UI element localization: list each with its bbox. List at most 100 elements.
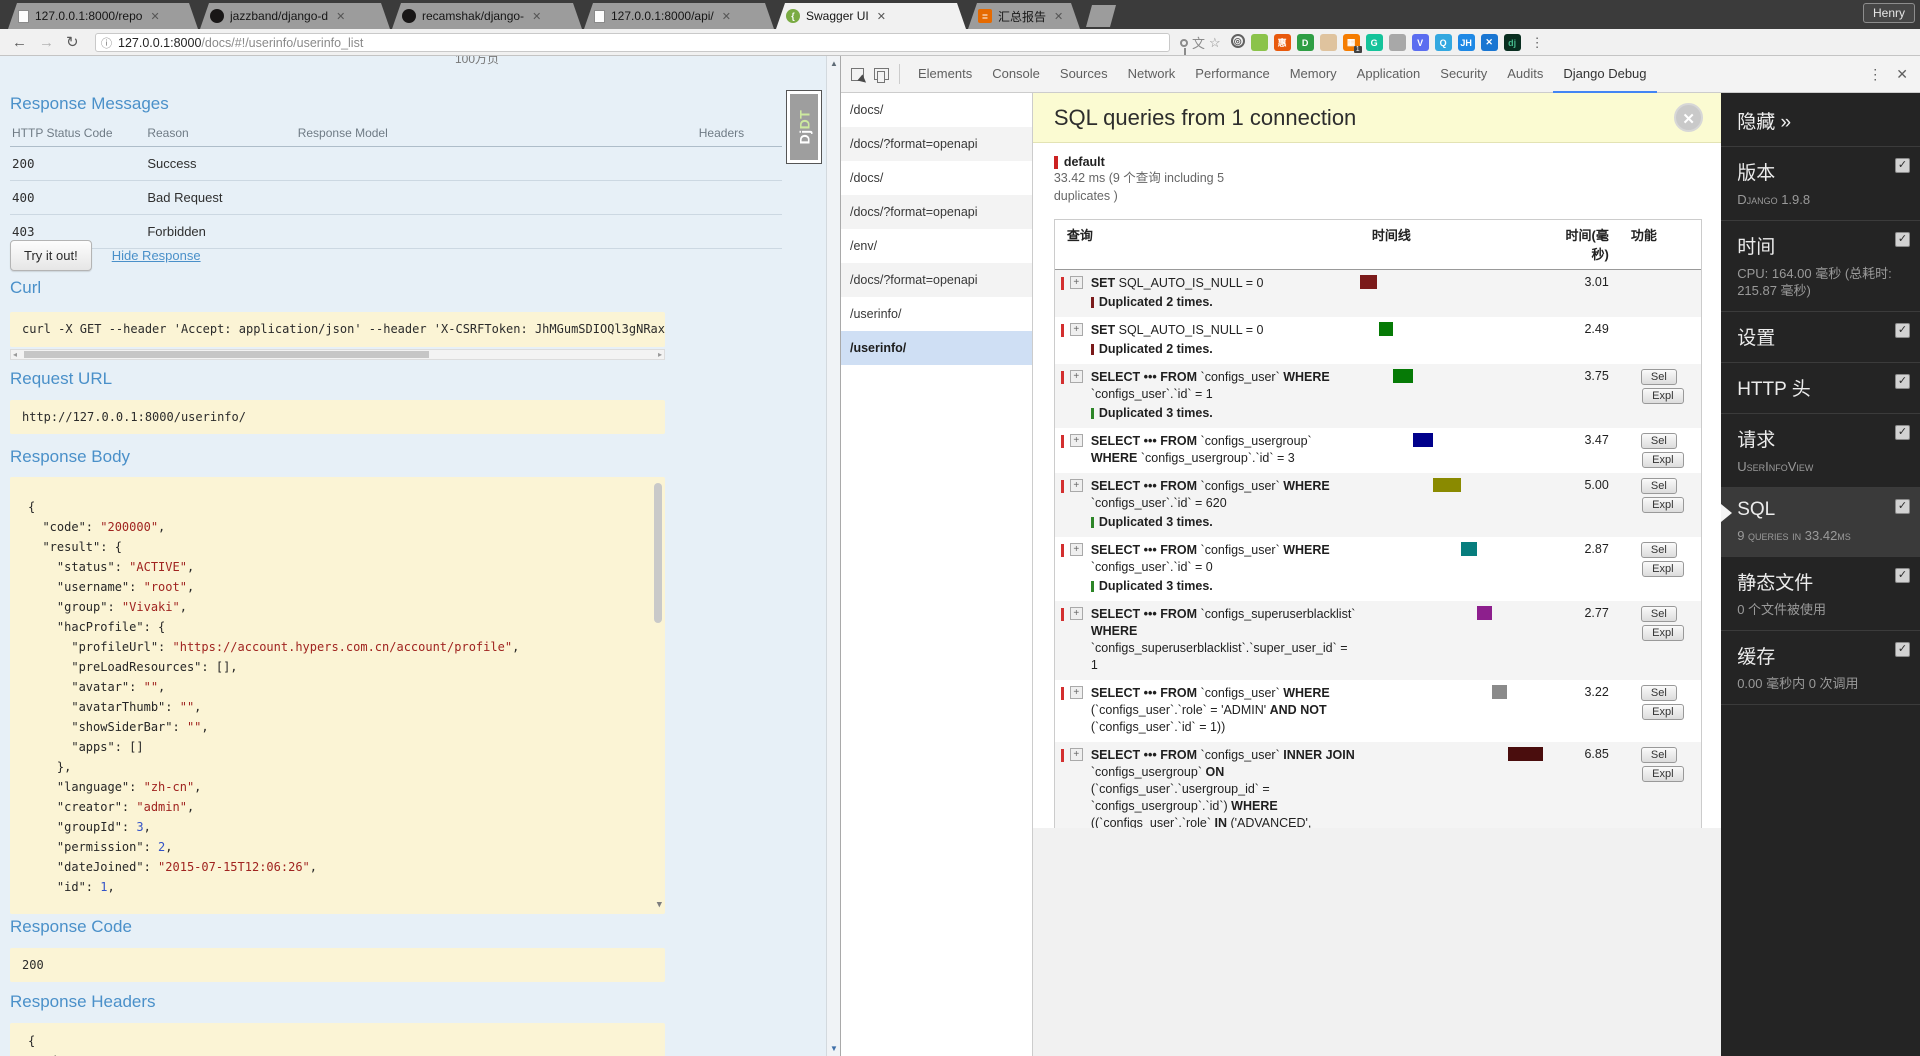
djdt-handle[interactable]: DjDT — [786, 90, 822, 164]
devtools-tab-performance[interactable]: Performance — [1185, 56, 1279, 93]
expl-button[interactable]: Expl — [1642, 704, 1684, 720]
expand-query-button[interactable]: + — [1069, 323, 1083, 336]
new-tab-button[interactable] — [1086, 5, 1116, 27]
sel-button[interactable]: Sel — [1640, 433, 1677, 449]
tab-close-icon[interactable]: ✕ — [875, 10, 888, 23]
scrollbar-thumb[interactable] — [24, 351, 429, 358]
people-icon[interactable] — [1388, 34, 1406, 51]
dj-icon[interactable]: dj — [1503, 34, 1521, 51]
expand-query-button[interactable]: + — [1069, 434, 1083, 447]
scroll-left-icon[interactable]: ◂ — [13, 350, 17, 359]
page-scrollbar[interactable]: ▲ ▼ — [826, 56, 840, 1056]
forward-icon[interactable]: → — [39, 34, 54, 51]
expl-button[interactable]: Expl — [1642, 625, 1684, 641]
v-icon[interactable]: V — [1411, 34, 1429, 51]
expl-button[interactable]: Expl — [1642, 766, 1684, 782]
green-dot-icon[interactable] — [1250, 34, 1268, 51]
devtools-tab-elements[interactable]: Elements — [908, 56, 982, 93]
panel-checkbox[interactable]: ✓ — [1895, 158, 1910, 173]
request-row[interactable]: /docs/?format=openapi — [841, 127, 1032, 161]
sel-button[interactable]: Sel — [1640, 478, 1677, 494]
devtools-tab-sources[interactable]: Sources — [1050, 56, 1118, 93]
devtools-tab-django-debug[interactable]: Django Debug — [1553, 56, 1657, 93]
browser-tab[interactable]: {Swagger UI ✕ — [776, 3, 966, 29]
tab-close-icon[interactable]: ✕ — [334, 10, 347, 23]
password-key-icon[interactable] — [1180, 38, 1188, 55]
grid-icon[interactable]: ▦ 1 — [1342, 34, 1362, 53]
expand-query-button[interactable]: + — [1069, 543, 1083, 556]
sel-button[interactable]: Sel — [1640, 685, 1677, 701]
inspect-element-icon[interactable] — [851, 67, 864, 81]
chrome-menu-icon[interactable]: ⋮ — [1531, 35, 1544, 51]
djdt-panel-版本[interactable]: 版本 Django 1.9.8 ✓ — [1721, 147, 1920, 221]
url-bar[interactable]: ⓘ 127.0.0.1:8000/docs/#!/userinfo/userin… — [95, 33, 1170, 52]
request-row[interactable]: /docs/ — [841, 93, 1032, 127]
devtools-close-icon[interactable]: ✕ — [1896, 66, 1908, 83]
request-row[interactable]: /userinfo/ — [841, 297, 1032, 331]
browser-tab[interactable]: jazzband/django-d ✕ — [200, 3, 390, 29]
request-row[interactable]: /docs/?format=openapi — [841, 263, 1032, 297]
expand-query-button[interactable]: + — [1069, 748, 1083, 761]
translate-icon[interactable]: 文 — [1192, 33, 1205, 52]
devtools-tab-application[interactable]: Application — [1347, 56, 1431, 93]
expl-button[interactable]: Expl — [1642, 561, 1684, 577]
grammarly-icon[interactable]: G — [1365, 34, 1383, 51]
power-icon[interactable]: ◎ — [1230, 34, 1245, 48]
scroll-down-icon[interactable]: ▼ — [657, 900, 662, 910]
hand-icon[interactable] — [1319, 34, 1337, 51]
x-circle-icon[interactable]: ✕ — [1480, 34, 1498, 51]
sel-button[interactable]: Sel — [1640, 747, 1677, 763]
sel-button[interactable]: Sel — [1640, 542, 1677, 558]
jh-icon[interactable]: JH — [1457, 34, 1475, 51]
request-row[interactable]: /userinfo/ — [841, 331, 1032, 365]
panel-checkbox[interactable]: ✓ — [1895, 374, 1910, 389]
request-row[interactable]: /docs/ — [841, 161, 1032, 195]
tab-close-icon[interactable]: ✕ — [148, 10, 161, 23]
tab-close-icon[interactable]: ✕ — [720, 10, 733, 23]
devtools-tab-security[interactable]: Security — [1430, 56, 1497, 93]
browser-tab[interactable]: 127.0.0.1:8000/repo ✕ — [8, 3, 198, 29]
expand-query-button[interactable]: + — [1069, 370, 1083, 383]
panel-checkbox[interactable]: ✓ — [1895, 568, 1910, 583]
bookmark-star-icon[interactable]: ☆ — [1209, 35, 1221, 51]
djdt-panel-时间[interactable]: 时间 CPU: 164.00 毫秒 (总耗时: 215.87 毫秒) ✓ — [1721, 221, 1920, 312]
devtools-tab-audits[interactable]: Audits — [1497, 56, 1553, 93]
browser-tab[interactable]: 127.0.0.1:8000/api/ ✕ — [584, 3, 774, 29]
page-info-icon[interactable]: ⓘ — [101, 35, 112, 51]
try-it-out-button[interactable]: Try it out! — [10, 240, 92, 271]
browser-tab[interactable]: recamshak/django- ✕ — [392, 3, 582, 29]
djdt-panel-HTTP 头[interactable]: HTTP 头 ✓ — [1721, 363, 1920, 414]
expl-button[interactable]: Expl — [1642, 497, 1684, 513]
panel-checkbox[interactable]: ✓ — [1895, 642, 1910, 657]
djdt-hide-button[interactable]: 隐藏 » — [1721, 93, 1920, 147]
devtools-tab-network[interactable]: Network — [1118, 56, 1186, 93]
profile-name[interactable]: Henry — [1862, 3, 1915, 23]
scroll-right-icon[interactable]: ▸ — [658, 350, 662, 359]
djdt-panel-请求[interactable]: 请求 UserInfoView ✓ — [1721, 414, 1920, 488]
expand-query-button[interactable]: + — [1069, 276, 1083, 289]
tab-close-icon[interactable]: ✕ — [530, 10, 543, 23]
sel-button[interactable]: Sel — [1640, 606, 1677, 622]
expl-button[interactable]: Expl — [1642, 388, 1684, 404]
expand-query-button[interactable]: + — [1069, 479, 1083, 492]
scroll-down-icon[interactable]: ▼ — [830, 1044, 838, 1053]
sel-button[interactable]: Sel — [1640, 369, 1677, 385]
devtools-tab-memory[interactable]: Memory — [1280, 56, 1347, 93]
back-icon[interactable]: ← — [12, 34, 27, 51]
q-icon[interactable]: Q — [1434, 34, 1452, 51]
panel-checkbox[interactable]: ✓ — [1895, 499, 1910, 514]
browser-tab[interactable]: ≣ 汇总报告 ✕ — [968, 3, 1080, 29]
d-icon[interactable]: D — [1296, 34, 1314, 51]
hui-icon[interactable]: 惠 — [1273, 34, 1291, 51]
djdt-panel-静态文件[interactable]: 静态文件 0 个文件被使用 ✓ — [1721, 557, 1920, 631]
close-icon[interactable]: ✕ — [1674, 103, 1704, 132]
devtools-menu-icon[interactable]: ⋮ — [1868, 66, 1882, 83]
expand-query-button[interactable]: + — [1069, 686, 1083, 699]
panel-checkbox[interactable]: ✓ — [1895, 232, 1910, 247]
scroll-up-icon[interactable]: ▲ — [830, 59, 838, 68]
request-row[interactable]: /docs/?format=openapi — [841, 195, 1032, 229]
request-row[interactable]: /env/ — [841, 229, 1032, 263]
djdt-panel-设置[interactable]: 设置 ✓ — [1721, 312, 1920, 363]
panel-checkbox[interactable]: ✓ — [1895, 323, 1910, 338]
devtools-tab-console[interactable]: Console — [982, 56, 1050, 93]
